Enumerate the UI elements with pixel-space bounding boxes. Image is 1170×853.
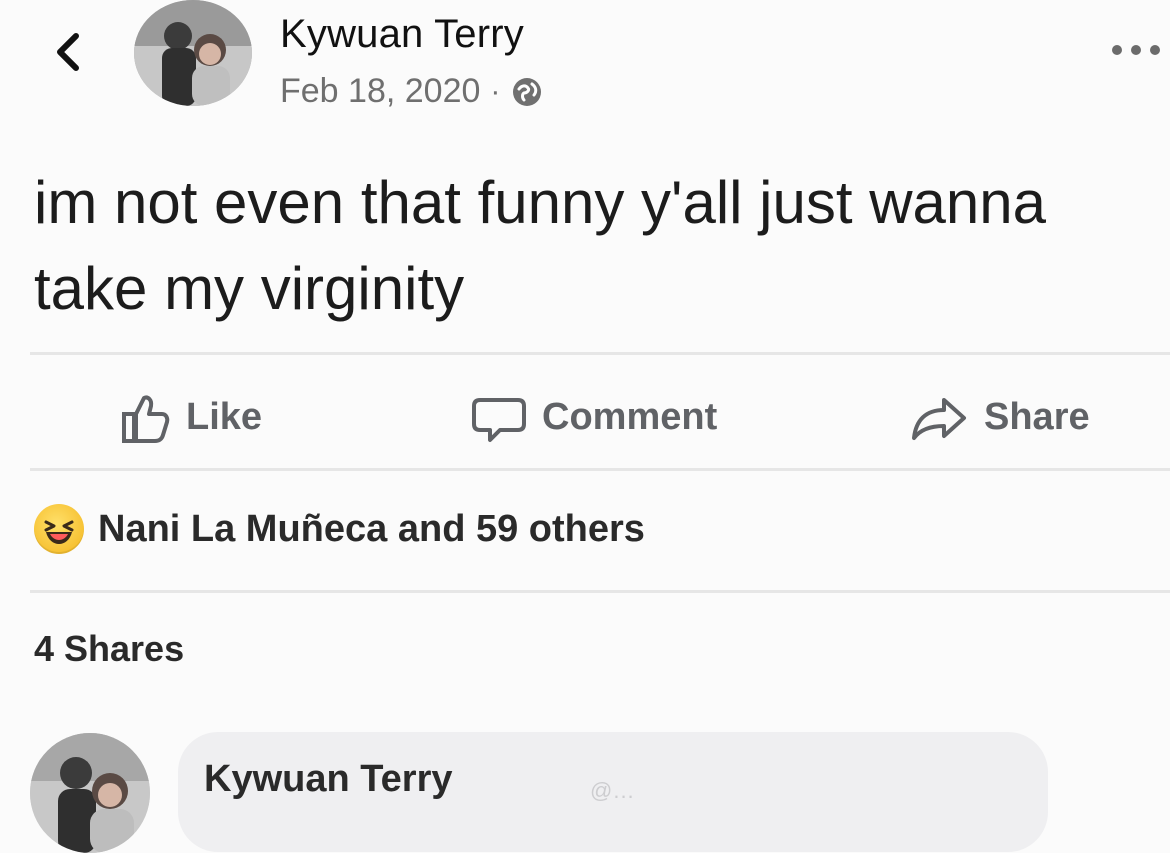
laughing-emoji-icon [34, 504, 84, 554]
post-text: im not even that funny y'all just wanna … [34, 169, 1047, 322]
thumbs-up-icon [122, 395, 170, 443]
reaction-summary[interactable]: Nani La Muñeca and 59 others [34, 504, 645, 554]
share-arrow-icon [912, 398, 966, 440]
author-name[interactable]: Kywuan Terry [280, 12, 524, 57]
post-actions: Like Comment Share [0, 372, 1170, 462]
like-button[interactable]: Like [118, 372, 262, 462]
comment-icon [472, 398, 526, 442]
more-horizontal-icon [1112, 45, 1160, 55]
meta-separator: · [490, 74, 501, 108]
comment-button[interactable]: Comment [470, 372, 717, 462]
post-meta: Feb 18, 2020 · [280, 72, 544, 111]
share-button[interactable]: Share [908, 372, 1090, 462]
reaction-summary-text: Nani La Muñeca and 59 others [98, 507, 645, 550]
author-avatar[interactable] [134, 0, 252, 106]
share-label: Share [984, 395, 1090, 438]
divider [30, 468, 1170, 471]
shares-count[interactable]: 4 Shares [34, 628, 184, 670]
post-date[interactable]: Feb 18, 2020 [280, 72, 480, 111]
divider [30, 590, 1170, 593]
divider [30, 352, 1170, 355]
globe-icon [513, 77, 542, 106]
more-options-button[interactable] [1112, 38, 1160, 62]
comment-label: Comment [542, 395, 718, 438]
comment-author-name[interactable]: Kywuan Terry [204, 758, 452, 801]
back-button[interactable] [48, 28, 88, 76]
chevron-left-icon [57, 33, 79, 71]
watermark-text: @... [590, 778, 635, 803]
comment-author-avatar[interactable] [30, 733, 150, 853]
like-label: Like [186, 395, 263, 438]
